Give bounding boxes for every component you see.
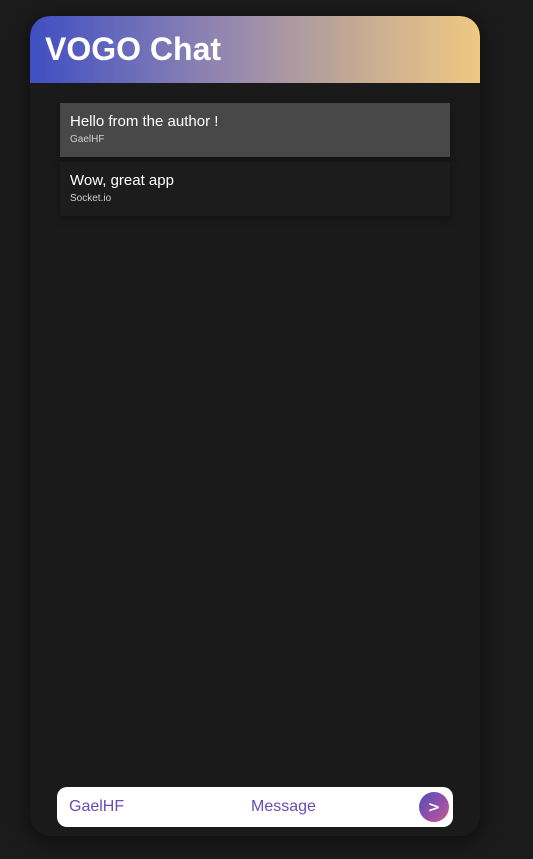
chat-app: VOGO Chat Hello from the author ! GaelHF… xyxy=(30,16,480,836)
message-list: Hello from the author ! GaelHF Wow, grea… xyxy=(60,103,450,221)
message-composer: > xyxy=(57,787,453,827)
message-item: Wow, great app Socket.io xyxy=(60,162,450,216)
message-text: Wow, great app xyxy=(70,172,174,189)
message-item: Hello from the author ! GaelHF xyxy=(60,103,450,157)
send-button[interactable]: > xyxy=(419,792,449,822)
chat-header: VOGO Chat xyxy=(30,16,480,83)
app-title: VOGO Chat xyxy=(45,31,222,67)
message-author: Socket.io xyxy=(70,193,112,204)
username-input[interactable] xyxy=(67,797,161,817)
message-author: GaelHF xyxy=(70,134,105,145)
send-arrow-icon: > xyxy=(427,797,441,816)
message-text: Hello from the author ! xyxy=(70,113,219,130)
